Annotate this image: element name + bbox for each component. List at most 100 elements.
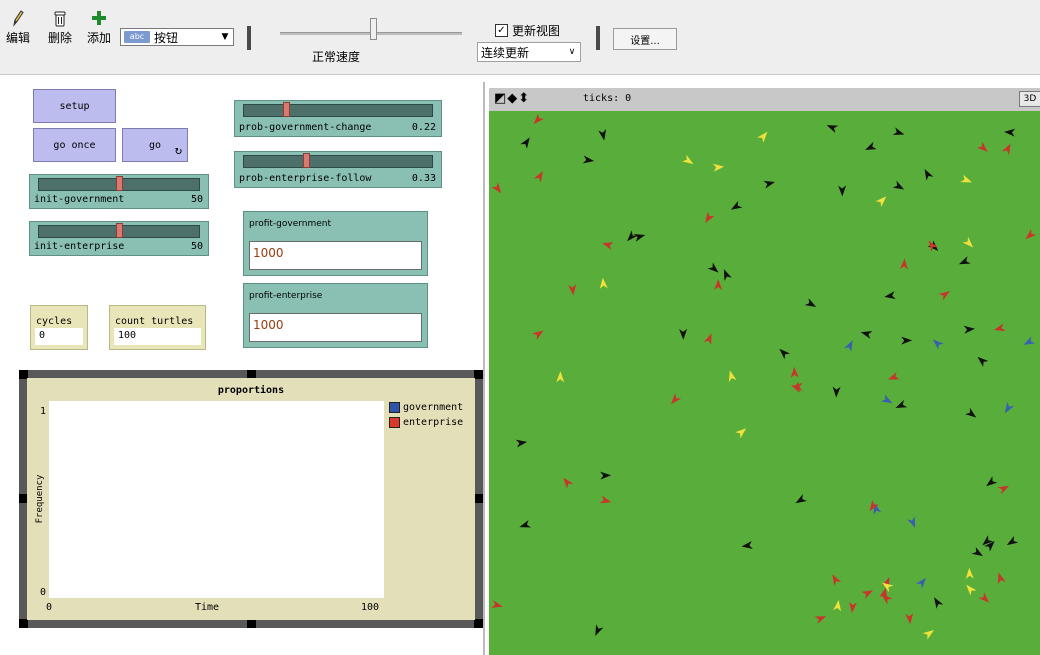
plot-title: proportions bbox=[217, 385, 285, 396]
turtle bbox=[599, 495, 612, 504]
turtle bbox=[723, 269, 732, 281]
turtle bbox=[712, 163, 725, 172]
turtle bbox=[814, 616, 827, 624]
turtle bbox=[884, 291, 896, 300]
slider-prob-government-change[interactable]: prob-government-change 0.22 bbox=[234, 100, 442, 137]
toolbar: 编辑 删除 添加 abc 按钮 ▼ 正常速度 ✓ 更新视图 连续更新 ∨ 设置.… bbox=[0, 0, 1040, 75]
resize-handle[interactable] bbox=[474, 370, 483, 379]
slider-prob-enterprise-follow[interactable]: prob-enterprise-follow 0.33 bbox=[234, 151, 442, 188]
view-header: ◩◆⬍ ticks: 0 3D bbox=[489, 88, 1040, 112]
input-field[interactable]: 1000 bbox=[249, 313, 422, 342]
slider-init-government[interactable]: init-government 50 bbox=[29, 174, 209, 209]
view-resize-arrows-icon[interactable]: ◩◆⬍ bbox=[494, 91, 530, 106]
turtle bbox=[532, 330, 544, 340]
slider-name: prob-government-change bbox=[239, 122, 372, 133]
resize-handle[interactable] bbox=[474, 619, 483, 628]
turtle bbox=[703, 333, 712, 346]
slider-thumb[interactable] bbox=[115, 176, 123, 191]
turtle bbox=[895, 399, 908, 409]
input-field[interactable]: 1000 bbox=[249, 241, 422, 270]
slider-thumb[interactable] bbox=[115, 223, 123, 238]
3d-view-button[interactable]: 3D bbox=[1019, 91, 1040, 107]
x-tick-min: 0 bbox=[46, 602, 53, 613]
add-tool[interactable]: 添加 bbox=[81, 8, 117, 46]
setup-button[interactable]: setup bbox=[33, 89, 116, 123]
add-label: 添加 bbox=[86, 31, 111, 45]
turtle bbox=[865, 141, 877, 150]
turtle bbox=[977, 356, 989, 367]
resize-handle[interactable] bbox=[19, 619, 28, 628]
plot-selection-frame[interactable]: proportions 1 0 0 100 Time Frequency gov… bbox=[19, 370, 483, 628]
resize-handle[interactable] bbox=[247, 619, 256, 628]
edit-label: 编辑 bbox=[5, 31, 30, 45]
turtle bbox=[1001, 143, 1011, 156]
settings-button[interactable]: 设置... bbox=[613, 28, 677, 50]
turtle bbox=[901, 336, 913, 345]
turtle bbox=[670, 393, 682, 405]
monitor-value: 100 bbox=[114, 328, 201, 345]
turtle bbox=[997, 572, 1006, 585]
turtle bbox=[741, 541, 753, 549]
slider-value: 50 bbox=[190, 194, 203, 205]
turtle bbox=[832, 386, 841, 398]
turtle bbox=[915, 577, 927, 589]
turtle bbox=[804, 298, 817, 308]
slider-init-enterprise[interactable]: init-enterprise 50 bbox=[29, 221, 209, 256]
slider-thumb[interactable] bbox=[283, 102, 291, 117]
checkbox-icon: ✓ bbox=[495, 24, 508, 37]
toolbar-divider bbox=[247, 26, 251, 50]
input-profit-government: profit-government 1000 bbox=[243, 211, 428, 276]
slider-thumb[interactable] bbox=[303, 153, 311, 168]
view-divider[interactable] bbox=[483, 82, 485, 655]
update-view-checkbox[interactable]: ✓ 更新视图 bbox=[495, 22, 560, 39]
widget-type-select[interactable]: abc 按钮 ▼ bbox=[120, 28, 234, 46]
legend-label: government bbox=[403, 402, 464, 413]
resize-handle[interactable] bbox=[474, 494, 483, 503]
turtle bbox=[838, 185, 847, 197]
edit-tool[interactable]: 编辑 bbox=[0, 8, 36, 46]
turtle bbox=[892, 127, 905, 135]
turtle bbox=[730, 200, 743, 210]
turtle bbox=[728, 370, 737, 383]
plot-area bbox=[49, 401, 384, 598]
turtle bbox=[861, 590, 873, 599]
turtle bbox=[997, 485, 1010, 495]
turtle bbox=[875, 196, 887, 207]
trash-icon bbox=[42, 8, 78, 28]
go-once-button[interactable]: go once bbox=[33, 128, 116, 162]
turtle bbox=[582, 155, 595, 164]
turtle bbox=[1006, 535, 1019, 546]
monitor-count-turtles: count turtles 100 bbox=[109, 305, 206, 350]
go-button-label: go bbox=[148, 139, 162, 151]
y-tick-min: 0 bbox=[40, 587, 47, 598]
turtle bbox=[892, 180, 905, 190]
delete-tool[interactable]: 删除 bbox=[42, 8, 78, 46]
slider-track bbox=[243, 155, 433, 168]
turtle bbox=[491, 182, 502, 194]
chevron-down-icon: ▼ bbox=[221, 32, 229, 42]
turtle bbox=[965, 407, 977, 418]
pencil-icon bbox=[0, 8, 36, 28]
update-mode-value: 连续更新 bbox=[481, 45, 530, 60]
turtle bbox=[905, 613, 914, 625]
update-mode-select[interactable]: 连续更新 ∨ bbox=[477, 42, 581, 62]
turtle bbox=[600, 471, 612, 480]
legend-item-government: government bbox=[389, 402, 463, 413]
monitor-label: cycles bbox=[36, 316, 73, 327]
turtle bbox=[1004, 128, 1016, 137]
turtle bbox=[779, 348, 791, 360]
speed-slider-thumb[interactable] bbox=[369, 18, 377, 40]
turtle bbox=[599, 277, 608, 289]
turtle bbox=[960, 174, 973, 183]
legend-label: enterprise bbox=[403, 417, 464, 428]
ticks-counter: ticks: 0 bbox=[583, 93, 632, 104]
turtle bbox=[887, 371, 900, 380]
turtle bbox=[519, 519, 531, 528]
go-forever-button[interactable]: go ↻ bbox=[122, 128, 188, 162]
turtle bbox=[833, 599, 842, 612]
input-profit-enterprise: profit-enterprise 1000 bbox=[243, 283, 428, 348]
world-view[interactable] bbox=[489, 111, 1040, 655]
slider-name: init-government bbox=[34, 194, 125, 205]
x-axis-label: Time bbox=[195, 602, 220, 613]
turtle-layer bbox=[491, 113, 1037, 640]
